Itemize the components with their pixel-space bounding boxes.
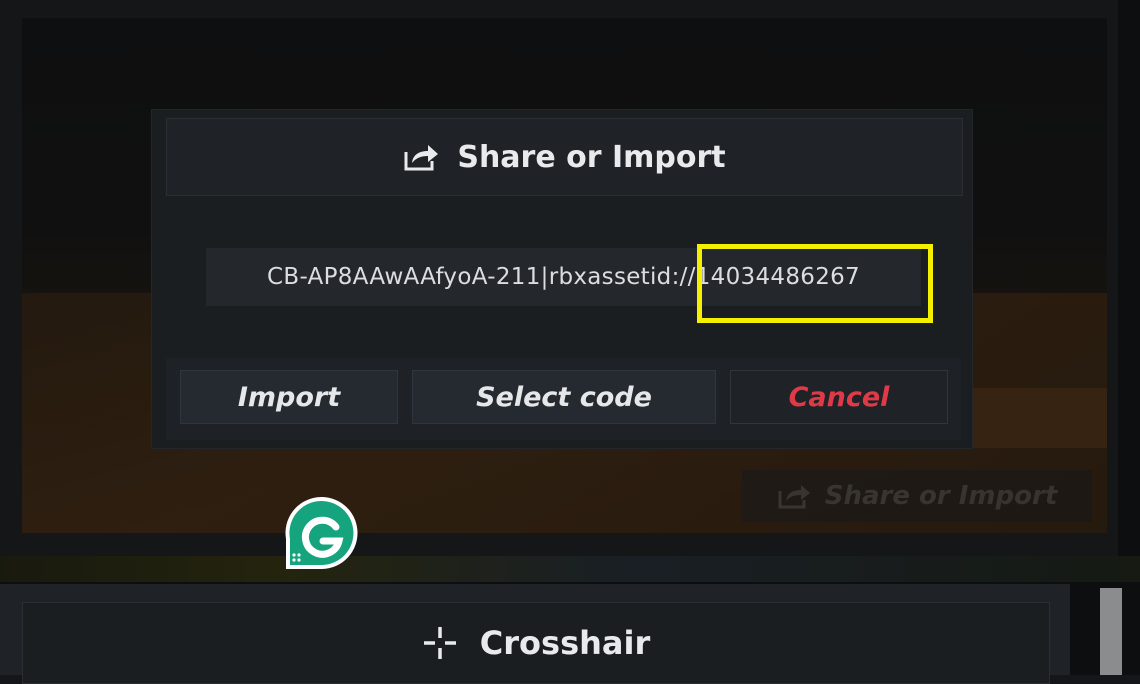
share-import-modal: Share or Import CB-AP8AAwAAfyoA-211|rbxa… xyxy=(152,110,972,448)
grammarly-icon[interactable] xyxy=(280,497,364,571)
crosshair-icon xyxy=(423,627,456,659)
crosshair-section-header[interactable]: Crosshair xyxy=(22,602,1050,684)
select-code-button[interactable]: Select code xyxy=(412,370,716,424)
button-row: Import Select code Cancel xyxy=(166,358,961,440)
code-field[interactable]: CB-AP8AAwAAfyoA-211|rbxassetid://1403448… xyxy=(206,248,921,306)
import-button[interactable]: Import xyxy=(180,370,398,424)
modal-title: Share or Import xyxy=(457,139,726,175)
scrollbar-thumb[interactable] xyxy=(1100,588,1122,675)
crosshair-title: Crosshair xyxy=(479,624,651,662)
share-icon xyxy=(404,145,439,171)
cancel-button[interactable]: Cancel xyxy=(730,370,948,424)
modal-header: Share or Import xyxy=(166,118,963,196)
